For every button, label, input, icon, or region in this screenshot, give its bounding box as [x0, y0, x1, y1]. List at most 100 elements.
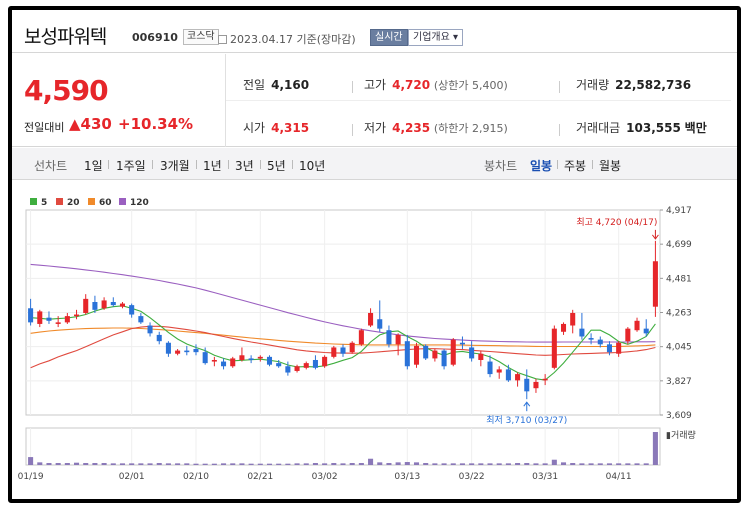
volume-bar	[193, 463, 199, 465]
volume-bar	[28, 457, 34, 465]
candle-body	[202, 352, 208, 364]
x-tick-label: 03/13	[394, 472, 420, 482]
price-chart[interactable]: 4,917 4,699 4,481 4,263 4,045 3,827 3,609 01/19…	[12, 10, 737, 499]
volume-bar	[404, 462, 410, 465]
candle-body	[184, 350, 190, 353]
volume-bar	[441, 463, 447, 465]
volume-bar	[597, 463, 603, 465]
candle-body	[110, 301, 116, 306]
candle-body	[377, 319, 383, 329]
volume-bar	[92, 463, 98, 465]
candle-body	[432, 350, 438, 359]
volume-bar	[322, 463, 328, 465]
candle-body	[119, 303, 126, 307]
candle-body	[368, 312, 374, 326]
volume-bar	[469, 463, 475, 465]
volume-bar	[413, 462, 420, 465]
candle-body	[92, 301, 98, 310]
candle-body	[524, 378, 530, 392]
candle-body	[423, 345, 429, 359]
volume-bar	[652, 432, 658, 465]
volume-bar	[257, 463, 263, 465]
volume-bar	[551, 459, 557, 465]
volume-bar	[55, 463, 61, 465]
candle-body	[303, 363, 309, 368]
candle-body	[588, 338, 594, 340]
candle-body	[322, 356, 328, 367]
candle-body	[459, 342, 465, 345]
volume-bar	[119, 463, 126, 465]
volume-bar	[138, 463, 144, 465]
volume-bar	[579, 463, 585, 465]
candle-body	[221, 361, 227, 367]
candle-body	[579, 328, 585, 337]
candle-body	[147, 325, 153, 334]
y-tick-label: 4,917	[666, 206, 692, 216]
volume-bar	[606, 463, 612, 465]
volume-bar	[156, 463, 162, 465]
candle-body	[597, 339, 603, 345]
candle-body	[469, 347, 475, 359]
volume-bar	[643, 463, 649, 465]
candle-body	[634, 320, 640, 331]
candle-body	[55, 322, 61, 324]
volume-bar	[487, 463, 493, 465]
candle-body	[505, 369, 511, 381]
volume-bar	[450, 463, 456, 465]
candle-body	[211, 359, 217, 362]
volume-bar	[129, 463, 135, 465]
candle-body	[404, 341, 410, 367]
volume-bar	[524, 463, 530, 465]
candle-body	[652, 261, 658, 307]
low-annotation: 최저 3,710 (03/27)	[486, 415, 567, 426]
candle-body	[37, 311, 43, 324]
volume-bar	[64, 463, 70, 465]
x-tick-label: 03/22	[459, 472, 485, 482]
volume-bar	[101, 463, 107, 465]
candle-body	[395, 334, 401, 345]
candle-body	[138, 316, 144, 323]
volume-bar	[165, 463, 171, 465]
candle-body	[560, 323, 567, 332]
volume-bar	[285, 463, 291, 465]
volume-label: ▮거래량	[666, 429, 696, 441]
volume-bar	[331, 463, 337, 465]
candle-body	[340, 347, 346, 354]
volume-bar	[37, 462, 43, 465]
volume-bar	[303, 463, 309, 465]
candle-body	[28, 308, 34, 323]
volume-bar	[542, 463, 548, 465]
candle-body	[551, 328, 557, 368]
y-tick-label: 3,827	[666, 377, 692, 387]
volume-bar	[230, 463, 236, 465]
candle-body	[230, 358, 236, 367]
volume-bar	[340, 463, 346, 465]
volume-bar	[432, 463, 438, 465]
y-tick-label: 4,699	[666, 240, 692, 250]
y-tick-label: 4,263	[666, 309, 692, 319]
volume-bar	[395, 462, 401, 465]
candle-body	[64, 316, 70, 323]
volume-bar	[505, 463, 511, 465]
candle-body	[175, 350, 181, 354]
candle-body	[193, 349, 199, 353]
candle-body	[496, 369, 502, 373]
candle-body	[386, 330, 392, 345]
volume-bar	[266, 463, 273, 465]
candle-body	[643, 328, 649, 334]
candle-body	[542, 378, 548, 381]
volume-bar	[239, 463, 245, 465]
volume-plot-area	[25, 427, 661, 466]
candle-body	[358, 330, 364, 345]
candle-body	[266, 356, 273, 365]
volume-bar	[202, 463, 208, 465]
volume-bar	[147, 463, 153, 465]
candle-body	[441, 350, 447, 367]
candle-body	[349, 342, 355, 353]
volume-bar	[294, 463, 300, 465]
candle-body	[74, 314, 80, 317]
candle-body	[83, 298, 89, 313]
high-annotation: 최고 4,720 (04/17)	[576, 217, 657, 228]
y-tick-label: 4,481	[666, 274, 692, 284]
volume-bar	[211, 463, 217, 465]
